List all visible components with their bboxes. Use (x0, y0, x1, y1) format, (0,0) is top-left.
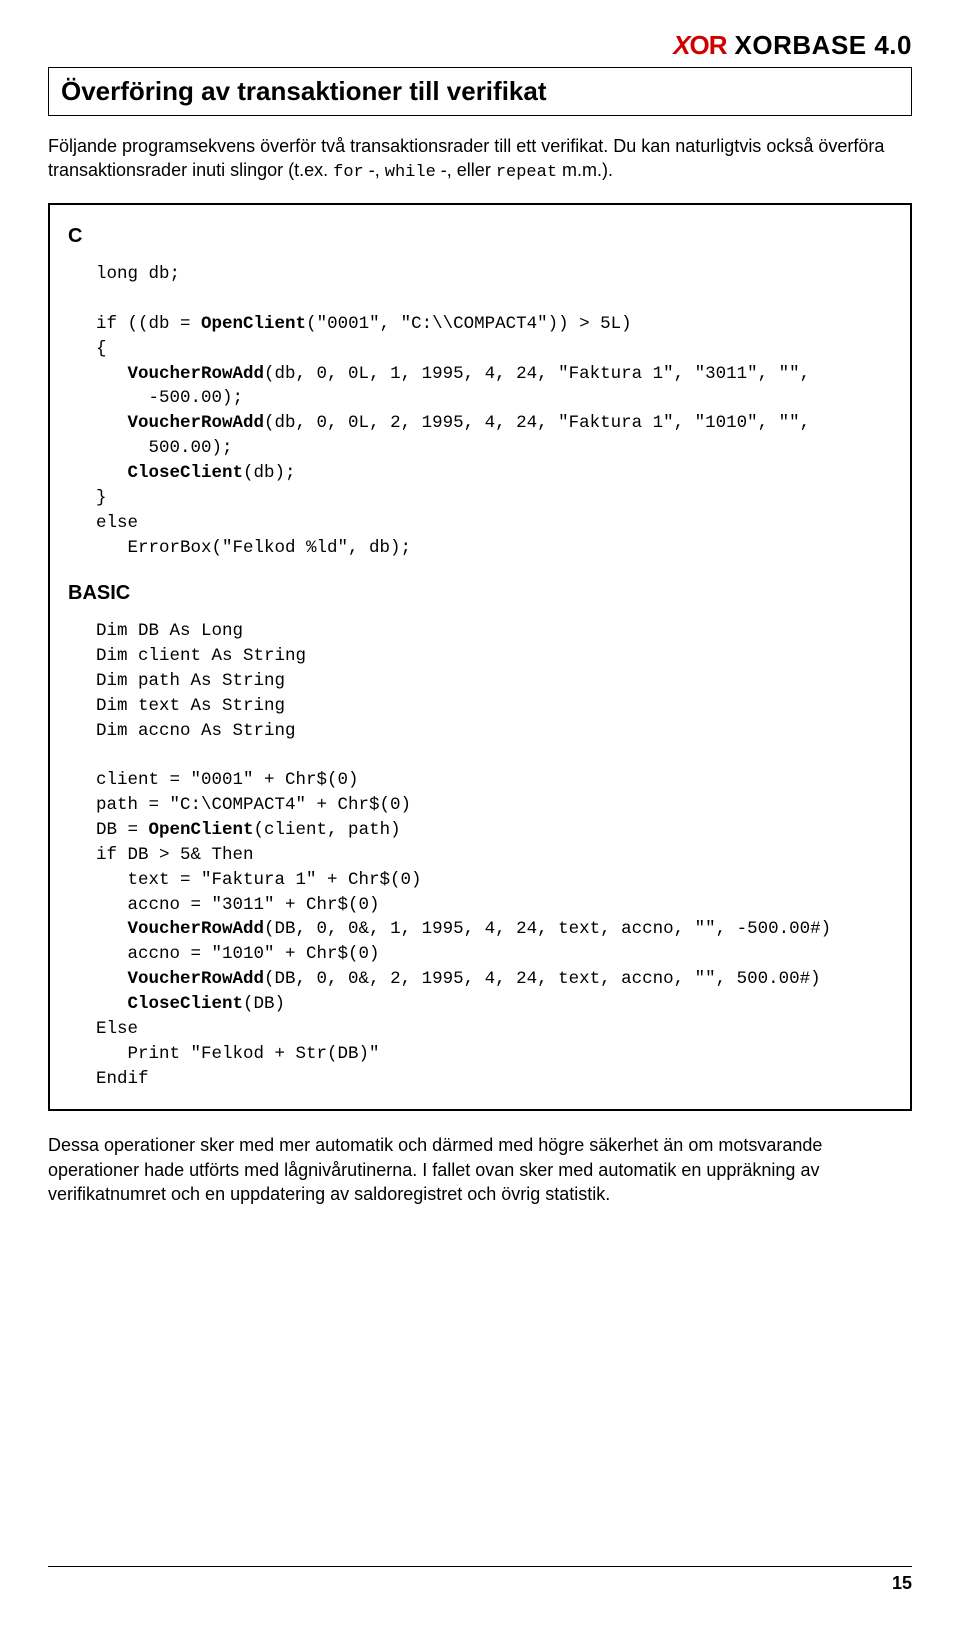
intro-text-2: m.m.). (562, 160, 613, 180)
page-number: 15 (892, 1573, 912, 1593)
xor-logo-icon: XOR (673, 30, 726, 61)
code-box: C long db; if ((db = OpenClient("0001", … (48, 203, 912, 1111)
header: XOR XORBASE 4.0 (48, 30, 912, 61)
title-box: Överföring av transaktioner till verifik… (48, 67, 912, 116)
product-name: XORBASE 4.0 (735, 30, 912, 61)
intro-sep-1: -, (369, 160, 385, 180)
code-basic: Dim DB As Long Dim client As String Dim … (96, 619, 892, 1091)
lang-label-c: C (68, 225, 892, 248)
intro-sep-2: -, eller (441, 160, 496, 180)
outro-paragraph: Dessa operationer sker med mer automatik… (48, 1133, 912, 1206)
code-c: long db; if ((db = OpenClient("0001", "C… (96, 262, 892, 560)
intro-paragraph: Följande programsekvens överför två tran… (48, 134, 912, 185)
token-while: while (385, 163, 436, 182)
page-title: Överföring av transaktioner till verifik… (61, 76, 899, 107)
lang-label-basic: BASIC (68, 582, 892, 605)
product-logo: XOR XORBASE 4.0 (673, 30, 912, 61)
token-for: for (333, 163, 364, 182)
page-container: XOR XORBASE 4.0 Överföring av transaktio… (0, 0, 960, 1634)
page-footer: 15 (48, 1566, 912, 1594)
token-repeat: repeat (496, 163, 557, 182)
